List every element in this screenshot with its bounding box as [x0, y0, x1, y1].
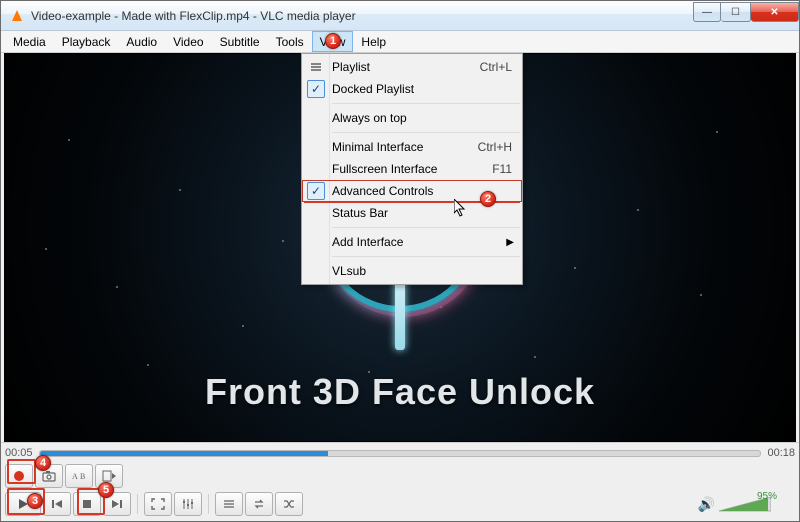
- menuitem-label: Minimal Interface: [332, 140, 423, 154]
- menuitem-label: Advanced Controls: [332, 184, 433, 198]
- annotation-badge-4: 4: [35, 455, 51, 471]
- menuitem-fullscreen-interface[interactable]: Fullscreen Interface F11: [302, 158, 522, 180]
- menu-audio[interactable]: Audio: [118, 31, 165, 52]
- menuitem-label: Docked Playlist: [332, 82, 414, 96]
- vlc-window: Video-example - Made with FlexClip.mp4 -…: [0, 0, 800, 522]
- annotation-badge-5: 5: [98, 482, 114, 498]
- separator: [332, 103, 520, 104]
- separator: [332, 256, 520, 257]
- shuffle-button[interactable]: [275, 492, 303, 516]
- menuitem-label: Playlist: [332, 60, 370, 74]
- annotation-badge-3: 3: [27, 493, 43, 509]
- menuitem-always-on-top[interactable]: Always on top: [302, 107, 522, 129]
- titlebar: Video-example - Made with FlexClip.mp4 -…: [1, 1, 799, 31]
- menuitem-shortcut: F11: [492, 162, 522, 176]
- separator: [332, 132, 520, 133]
- svg-text:B: B: [80, 472, 85, 481]
- menu-tools[interactable]: Tools: [268, 31, 312, 52]
- time-current: 00:05: [5, 447, 33, 459]
- previous-button[interactable]: [43, 492, 71, 516]
- stop-button[interactable]: [73, 492, 101, 516]
- window-title: Video-example - Made with FlexClip.mp4 -…: [31, 9, 693, 23]
- volume-control: 🔊 95%: [698, 495, 795, 513]
- menu-video[interactable]: Video: [165, 31, 211, 52]
- minimize-button[interactable]: —: [693, 2, 721, 22]
- menu-subtitle[interactable]: Subtitle: [212, 31, 268, 52]
- controls-panel: 00:05 00:18 AB: [1, 442, 799, 521]
- seek-slider[interactable]: [39, 450, 762, 457]
- main-controls-row: 🔊 95%: [5, 491, 795, 517]
- video-caption: Front 3D Face Unlock: [5, 371, 795, 413]
- menu-playback[interactable]: Playback: [54, 31, 119, 52]
- time-bar: 00:05 00:18: [5, 445, 795, 461]
- separator: [137, 494, 138, 514]
- menuitem-label: Always on top: [332, 111, 407, 125]
- svg-text:A: A: [72, 472, 78, 481]
- check-icon: ✓: [307, 182, 325, 200]
- close-button[interactable]: ✕: [751, 2, 799, 22]
- menuitem-playlist[interactable]: Playlist Ctrl+L: [302, 56, 522, 78]
- advanced-controls-row: AB: [5, 463, 795, 489]
- menuitem-docked-playlist[interactable]: ✓ Docked Playlist: [302, 78, 522, 100]
- menuitem-label: VLsub: [332, 264, 366, 278]
- playlist-button[interactable]: [215, 492, 243, 516]
- menuitem-shortcut: Ctrl+L: [480, 60, 522, 74]
- separator: [208, 494, 209, 514]
- separator: [332, 227, 520, 228]
- annotation-badge-1: 1: [325, 33, 341, 49]
- menu-media[interactable]: Media: [5, 31, 54, 52]
- extended-settings-button[interactable]: [174, 492, 202, 516]
- loop-ab-button[interactable]: AB: [65, 464, 93, 488]
- speaker-icon[interactable]: 🔊: [698, 496, 715, 513]
- menuitem-shortcut: Ctrl+H: [478, 140, 522, 154]
- menuitem-add-interface[interactable]: Add Interface ▶: [302, 231, 522, 253]
- record-button[interactable]: [5, 464, 33, 488]
- time-total: 00:18: [767, 447, 795, 459]
- playlist-icon: [308, 59, 324, 75]
- window-buttons: — ☐ ✕: [693, 2, 799, 22]
- maximize-button[interactable]: ☐: [721, 2, 751, 22]
- check-icon: ✓: [307, 80, 325, 98]
- menuitem-vlsub[interactable]: VLsub: [302, 260, 522, 282]
- view-dropdown: Playlist Ctrl+L ✓ Docked Playlist Always…: [301, 53, 523, 285]
- loop-button[interactable]: [245, 492, 273, 516]
- fullscreen-button[interactable]: [144, 492, 172, 516]
- menuitem-label: Add Interface: [332, 235, 403, 249]
- menuitem-label: Fullscreen Interface: [332, 162, 437, 176]
- menu-help[interactable]: Help: [353, 31, 394, 52]
- volume-percent: 95%: [757, 491, 777, 502]
- menubar: Media Playback Audio Video Subtitle Tool…: [1, 31, 799, 53]
- annotation-badge-2: 2: [480, 191, 496, 207]
- vlc-cone-icon: [9, 8, 25, 24]
- menuitem-label: Status Bar: [332, 206, 388, 220]
- submenu-arrow-icon: ▶: [506, 237, 522, 248]
- menuitem-minimal-interface[interactable]: Minimal Interface Ctrl+H: [302, 136, 522, 158]
